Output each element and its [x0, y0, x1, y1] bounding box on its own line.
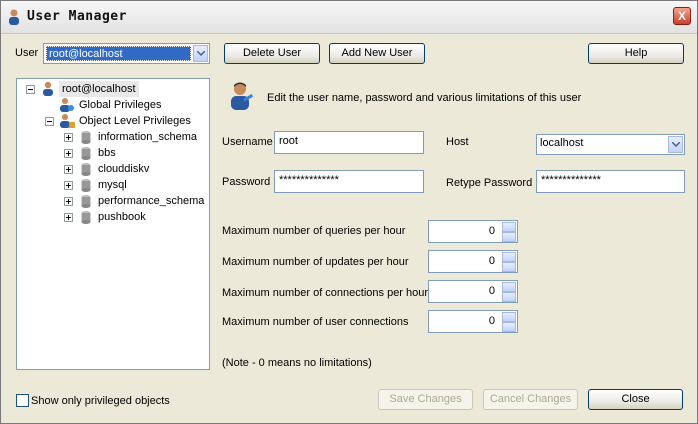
- limits-note: (Note - 0 means no limitations): [222, 357, 372, 369]
- host-label: Host: [446, 136, 469, 148]
- close-button[interactable]: Close: [588, 389, 683, 410]
- increment-arrow-icon[interactable]: [502, 312, 516, 322]
- expand-toggle[interactable]: [64, 165, 73, 174]
- collapse-toggle[interactable]: [26, 85, 35, 94]
- limit-label: Maximum number of user connections: [222, 316, 409, 328]
- updates-per-hour-stepper[interactable]: 0: [428, 250, 518, 273]
- database-icon: [81, 195, 91, 208]
- decrement-arrow-icon[interactable]: [502, 292, 516, 302]
- limit-label: Maximum number of connections per hour: [222, 287, 429, 299]
- database-icon: [81, 179, 91, 192]
- host-select-value: localhost: [540, 137, 584, 149]
- object-privileges-icon: [60, 114, 75, 128]
- global-privileges-icon: [60, 98, 74, 112]
- expand-toggle[interactable]: [64, 197, 73, 206]
- chevron-down-icon[interactable]: [193, 45, 208, 62]
- user-icon: [43, 81, 53, 96]
- stepper-value: 0: [488, 285, 495, 297]
- user-select-value: root@localhost: [46, 46, 191, 61]
- connections-per-hour-stepper[interactable]: 0: [428, 280, 518, 303]
- database-icon: [81, 211, 91, 224]
- database-icon: [81, 163, 91, 176]
- expand-toggle[interactable]: [64, 213, 73, 222]
- window-close-button[interactable]: X: [673, 7, 691, 25]
- tree-node-object-level-privileges[interactable]: Object Level Privileges: [79, 113, 191, 129]
- expand-toggle[interactable]: [64, 133, 73, 142]
- database-item[interactable]: mysql: [98, 177, 127, 193]
- window-title: User Manager: [27, 9, 127, 24]
- save-changes-button[interactable]: Save Changes: [378, 389, 473, 410]
- database-icon: [81, 131, 91, 144]
- cancel-changes-button[interactable]: Cancel Changes: [483, 389, 578, 410]
- decrement-arrow-icon[interactable]: [502, 232, 516, 242]
- expand-toggle[interactable]: [64, 149, 73, 158]
- password-label: Password: [222, 176, 271, 188]
- database-item[interactable]: performance_schema: [98, 193, 204, 209]
- delete-user-button[interactable]: Delete User: [224, 43, 320, 64]
- user-manager-window: User Manager X User root@localhost Delet…: [0, 0, 698, 424]
- retype-password-field[interactable]: **************: [536, 170, 685, 193]
- user-label: User: [15, 47, 39, 59]
- database-item[interactable]: pushbook: [98, 209, 146, 225]
- user-select[interactable]: root@localhost: [43, 43, 210, 64]
- limit-label: Maximum number of queries per hour: [222, 225, 406, 237]
- decrement-arrow-icon[interactable]: [502, 262, 516, 272]
- queries-per-hour-stepper[interactable]: 0: [428, 220, 518, 243]
- database-item[interactable]: bbs: [98, 145, 116, 161]
- tree-node-user[interactable]: root@localhost: [59, 81, 139, 97]
- host-select[interactable]: localhost: [536, 134, 685, 155]
- database-icon: [81, 147, 91, 160]
- stepper-value: 0: [488, 225, 495, 237]
- privilege-tree[interactable]: root@localhost Global Privileges Object …: [16, 78, 210, 370]
- user-connections-stepper[interactable]: 0: [428, 310, 518, 333]
- show-privileged-checkbox[interactable]: [16, 394, 29, 407]
- title-bar: User Manager X: [1, 1, 697, 34]
- username-label: Username: [222, 136, 273, 148]
- increment-arrow-icon[interactable]: [502, 222, 516, 232]
- username-field[interactable]: root: [274, 131, 424, 154]
- help-button[interactable]: Help: [588, 43, 684, 64]
- retype-password-label: Retype Password: [446, 177, 533, 189]
- show-privileged-label: Show only privileged objects: [31, 395, 170, 407]
- decrement-arrow-icon[interactable]: [502, 322, 516, 332]
- stepper-value: 0: [488, 315, 495, 327]
- password-field[interactable]: **************: [274, 170, 424, 193]
- stepper-value: 0: [488, 255, 495, 267]
- database-item[interactable]: information_schema: [98, 129, 197, 145]
- expand-toggle[interactable]: [64, 181, 73, 190]
- increment-arrow-icon[interactable]: [502, 282, 516, 292]
- add-new-user-button[interactable]: Add New User: [329, 43, 425, 64]
- chevron-down-icon[interactable]: [668, 136, 683, 153]
- increment-arrow-icon[interactable]: [502, 252, 516, 262]
- description-text: Edit the user name, password and various…: [267, 92, 582, 104]
- user-edit-icon: [231, 82, 254, 110]
- database-item[interactable]: clouddiskv: [98, 161, 149, 177]
- collapse-toggle[interactable]: [45, 117, 54, 126]
- tree-node-global-privileges[interactable]: Global Privileges: [79, 97, 162, 113]
- user-icon: [9, 9, 19, 25]
- limit-label: Maximum number of updates per hour: [222, 256, 409, 268]
